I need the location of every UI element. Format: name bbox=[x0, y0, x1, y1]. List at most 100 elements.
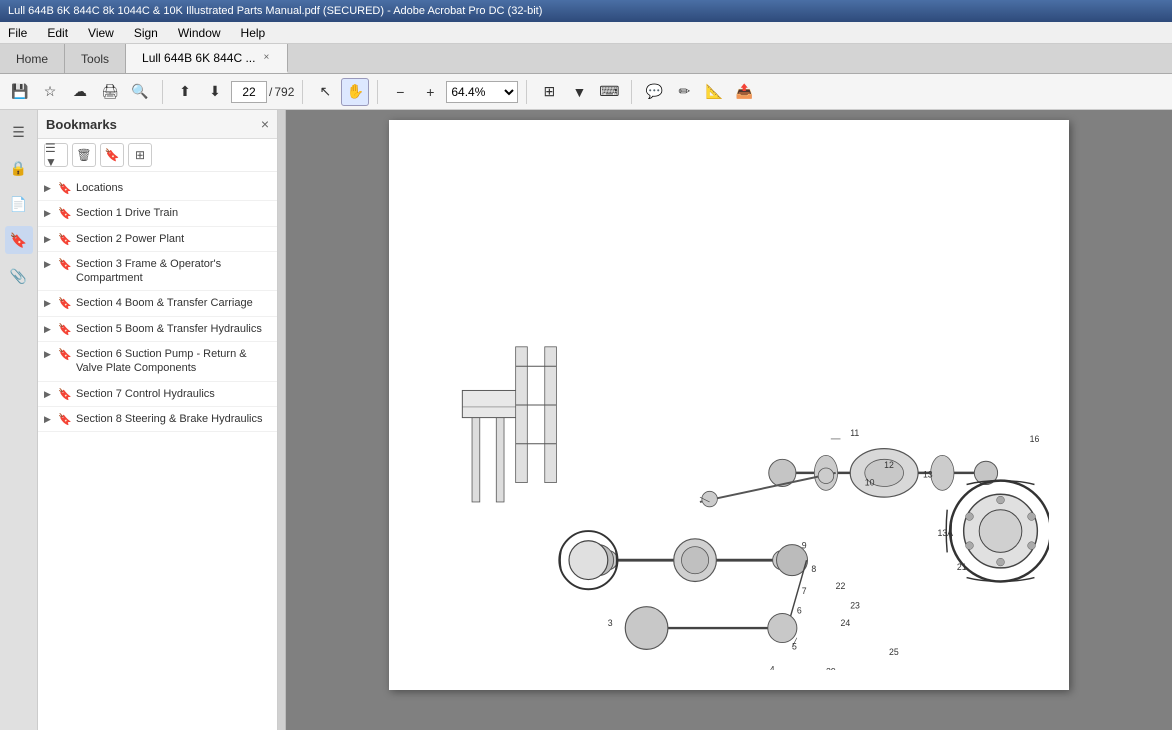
pencil-button[interactable]: ✏ bbox=[670, 78, 698, 106]
svg-text:12: 12 bbox=[884, 460, 894, 470]
tab-tools[interactable]: Tools bbox=[65, 44, 126, 73]
tab-bar: Home Tools Lull 644B 6K 844C ... × bbox=[0, 44, 1172, 74]
chevron-icon: ▶ bbox=[44, 324, 54, 335]
svg-text:9: 9 bbox=[802, 541, 807, 551]
separator-4 bbox=[526, 80, 527, 104]
page-navigation: ⬆ ⬇ / 792 bbox=[171, 78, 294, 106]
chevron-icon: ▶ bbox=[44, 183, 54, 194]
bookmark-item-section8[interactable]: ▶ 🔖 Section 8 Steering & Brake Hydraulic… bbox=[38, 407, 277, 432]
bookmark-icon: 🔖 bbox=[58, 258, 72, 271]
bookmark-label: Section 5 Boom & Transfer Hydraulics bbox=[76, 322, 262, 336]
bm-delete-button[interactable]: 🗑 bbox=[72, 143, 96, 167]
zoom-select[interactable]: 64.4% 50% 75% 100% 125% bbox=[446, 81, 518, 103]
sidebar-icons: ☰ 🔒 📄 🔖 📎 bbox=[0, 110, 38, 730]
bookmark-item-section5[interactable]: ▶ 🔖 Section 5 Boom & Transfer Hydraulics bbox=[38, 317, 277, 342]
bookmark-label: Section 6 Suction Pump - Return & Valve … bbox=[76, 347, 271, 376]
cursor-tool-button[interactable]: ↖ bbox=[311, 78, 339, 106]
svg-text:3: 3 bbox=[608, 618, 613, 628]
bookmark-item-section4[interactable]: ▶ 🔖 Section 4 Boom & Transfer Carriage bbox=[38, 291, 277, 316]
share-button[interactable]: 📤 bbox=[730, 78, 758, 106]
separator-1 bbox=[162, 80, 163, 104]
menu-edit[interactable]: Edit bbox=[43, 24, 72, 42]
bookmarks-panel: Bookmarks × ☰ ▼ 🗑 🔖 ⊞ ▶ 🔖 Locations ▶ 🔖 … bbox=[38, 110, 278, 730]
menu-view[interactable]: View bbox=[84, 24, 118, 42]
bookmarks-header: Bookmarks × bbox=[38, 110, 277, 139]
cloud-button[interactable]: ☁ bbox=[66, 78, 94, 106]
bookmark-icon: 🔖 bbox=[58, 413, 72, 426]
bm-menu-button[interactable]: ☰ ▼ bbox=[44, 143, 68, 167]
next-page-button[interactable]: ⬇ bbox=[201, 78, 229, 106]
bookmark-item-section7[interactable]: ▶ 🔖 Section 7 Control Hydraulics bbox=[38, 382, 277, 407]
bookmark-item-locations[interactable]: ▶ 🔖 Locations bbox=[38, 176, 277, 201]
page-total: 792 bbox=[274, 85, 294, 99]
bookmarks-list[interactable]: ▶ 🔖 Locations ▶ 🔖 Section 1 Drive Train … bbox=[38, 172, 277, 730]
prev-page-button[interactable]: ⬆ bbox=[171, 78, 199, 106]
bm-new-button[interactable]: 🔖 bbox=[100, 143, 124, 167]
menu-file[interactable]: File bbox=[4, 24, 31, 42]
menu-bar: File Edit View Sign Window Help bbox=[0, 22, 1172, 44]
bookmark-item-section3[interactable]: ▶ 🔖 Section 3 Frame & Operator's Compart… bbox=[38, 252, 277, 292]
search-button[interactable]: 🔍 bbox=[126, 78, 154, 106]
svg-text:11: 11 bbox=[850, 428, 859, 438]
sidebar-lock-icon[interactable]: 🔒 bbox=[5, 154, 33, 182]
bookmark-item-section1[interactable]: ▶ 🔖 Section 1 Drive Train bbox=[38, 201, 277, 226]
chevron-icon: ▶ bbox=[44, 234, 54, 245]
tab-tools-label: Tools bbox=[81, 52, 109, 66]
svg-text:4: 4 bbox=[770, 665, 775, 670]
sidebar-bookmark-icon[interactable]: 🔖 bbox=[5, 226, 33, 254]
tab-home-label: Home bbox=[16, 52, 48, 66]
bookmark-label: Section 2 Power Plant bbox=[76, 232, 184, 246]
svg-text:13A: 13A bbox=[937, 528, 953, 538]
bookmark-item-section6[interactable]: ▶ 🔖 Section 6 Suction Pump - Return & Va… bbox=[38, 342, 277, 382]
save-button[interactable]: 💾 bbox=[6, 78, 34, 106]
hand-tool-button[interactable]: ✋ bbox=[341, 78, 369, 106]
tab-home[interactable]: Home bbox=[0, 44, 65, 73]
chevron-icon: ▶ bbox=[44, 389, 54, 400]
bookmark-icon: 🔖 bbox=[58, 182, 72, 195]
bookmarks-title: Bookmarks bbox=[46, 117, 117, 132]
bookmark-label: Section 8 Steering & Brake Hydraulics bbox=[76, 412, 262, 426]
bookmark-label: Section 4 Boom & Transfer Carriage bbox=[76, 296, 253, 310]
measure-button[interactable]: 📐 bbox=[700, 78, 728, 106]
bookmark-icon: 🔖 bbox=[58, 233, 72, 246]
chevron-icon: ▶ bbox=[44, 259, 54, 270]
bookmark-label: Section 1 Drive Train bbox=[76, 206, 178, 220]
bookmark-button[interactable]: ☆ bbox=[36, 78, 64, 106]
comment-button[interactable]: 💬 bbox=[640, 78, 668, 106]
sidebar-attach-icon[interactable]: 📎 bbox=[5, 262, 33, 290]
svg-text:22: 22 bbox=[836, 581, 846, 591]
menu-sign[interactable]: Sign bbox=[130, 24, 162, 42]
bookmarks-close-button[interactable]: × bbox=[261, 116, 269, 132]
bookmark-item-section2[interactable]: ▶ 🔖 Section 2 Power Plant bbox=[38, 227, 277, 252]
separator-3 bbox=[377, 80, 378, 104]
svg-text:26: 26 bbox=[894, 669, 904, 670]
bookmark-icon: 🔖 bbox=[58, 297, 72, 310]
pdf-area[interactable]: 1 2 2 3 4 5 6 bbox=[286, 110, 1172, 730]
zoom-in-button[interactable]: + bbox=[416, 78, 444, 106]
tool-mode-group: ↖ ✋ bbox=[311, 78, 369, 106]
print-button[interactable]: 🖨 bbox=[96, 78, 124, 106]
zoom-out-button[interactable]: − bbox=[386, 78, 414, 106]
zoom-group: − + 64.4% 50% 75% 100% 125% bbox=[386, 78, 518, 106]
panel-resize-handle[interactable] bbox=[278, 110, 286, 730]
toolbar: 💾 ☆ ☁ 🖨 🔍 ⬆ ⬇ / 792 ↖ ✋ − + 64.4% 50% 75… bbox=[0, 74, 1172, 110]
keyboard-button[interactable]: ⌨ bbox=[595, 78, 623, 106]
menu-help[interactable]: Help bbox=[237, 24, 270, 42]
bookmark-icon: 🔖 bbox=[58, 348, 72, 361]
svg-text:6: 6 bbox=[797, 605, 802, 615]
chevron-icon: ▶ bbox=[44, 208, 54, 219]
bm-expand-button[interactable]: ⊞ bbox=[128, 143, 152, 167]
sidebar-nav-icon[interactable]: ☰ bbox=[5, 118, 33, 146]
svg-text:29: 29 bbox=[826, 667, 836, 670]
chevron-icon: ▶ bbox=[44, 298, 54, 309]
tab-document[interactable]: Lull 644B 6K 844C ... × bbox=[126, 44, 288, 73]
svg-text:16: 16 bbox=[1030, 434, 1040, 444]
sidebar-page-icon[interactable]: 📄 bbox=[5, 190, 33, 218]
tab-close-button[interactable]: × bbox=[261, 50, 271, 65]
menu-window[interactable]: Window bbox=[174, 24, 225, 42]
view-dropdown[interactable]: ▼ bbox=[565, 78, 593, 106]
chevron-icon: ▶ bbox=[44, 414, 54, 425]
page-number-input[interactable] bbox=[231, 81, 267, 103]
bookmark-label: Locations bbox=[76, 181, 123, 195]
view-mode-button[interactable]: ⊞ bbox=[535, 78, 563, 106]
